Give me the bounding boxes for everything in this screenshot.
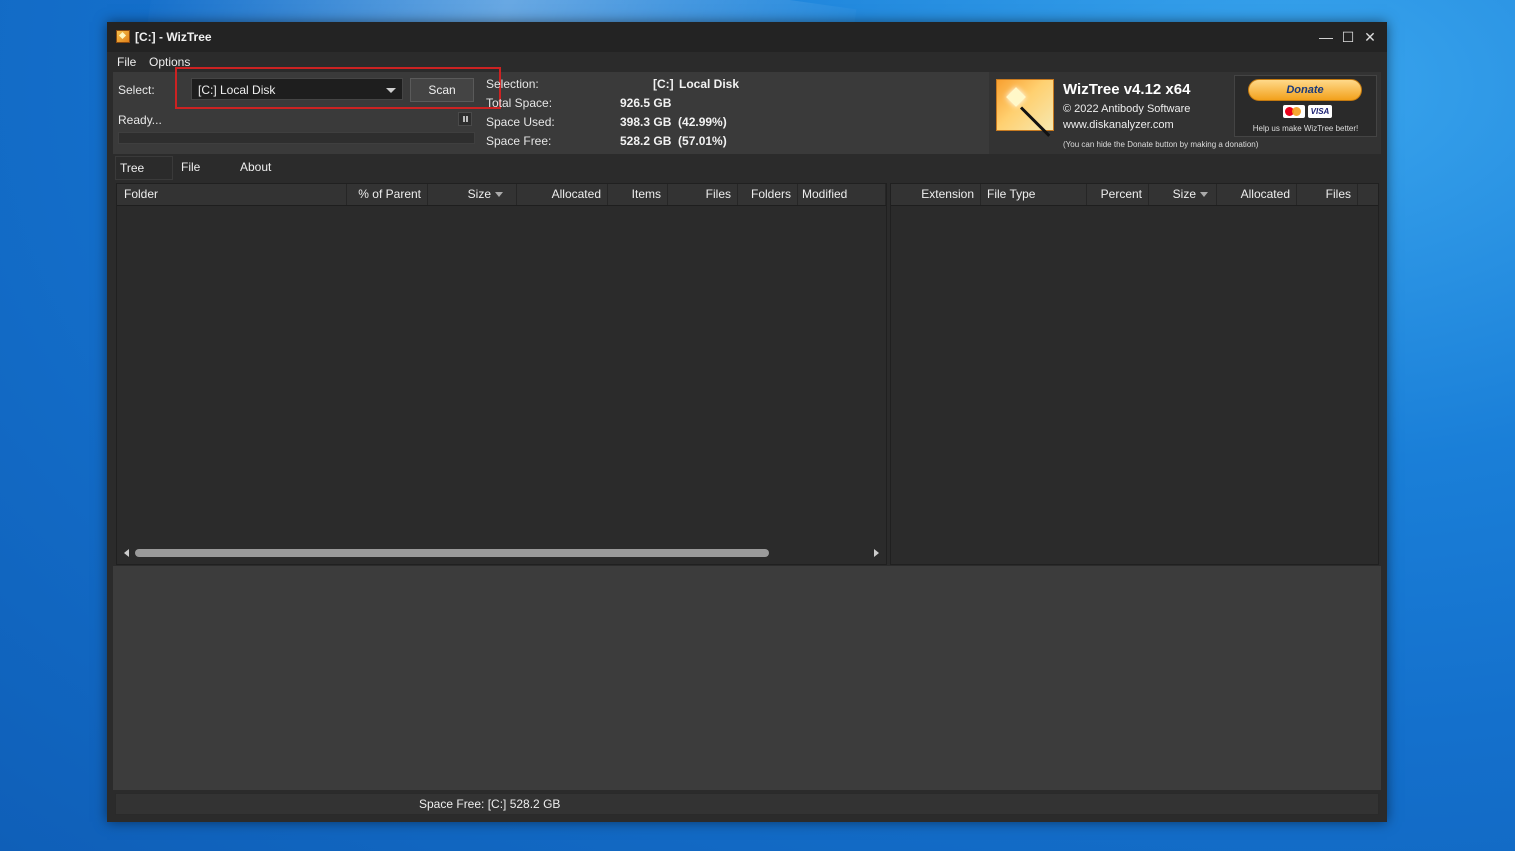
scroll-left-icon[interactable] <box>124 549 129 557</box>
wand-icon <box>1019 106 1051 137</box>
selection-label: Selection: <box>486 77 539 91</box>
space-used-label: Space Used: <box>486 115 555 129</box>
col-percent[interactable]: Percent <box>1087 184 1149 205</box>
col-items[interactable]: Items <box>608 184 668 205</box>
title-bar[interactable]: [C:] - WizTree — ☐ ✕ <box>107 22 1387 52</box>
wiztree-window: [C:] - WizTree — ☐ ✕ File Options Select… <box>107 22 1387 822</box>
menu-file[interactable]: File <box>117 55 136 69</box>
scan-button[interactable]: Scan <box>410 78 474 102</box>
col-files[interactable]: Files <box>668 184 738 205</box>
col-folder[interactable]: Folder <box>117 184 347 205</box>
window-title: [C:] - WizTree <box>135 30 212 44</box>
selection-name: Local Disk <box>679 77 740 91</box>
select-label: Select: <box>118 83 155 97</box>
total-space-label: Total Space: <box>486 96 553 110</box>
copyright-text: © 2022 Antibody Software <box>1063 103 1191 115</box>
chevron-down-icon <box>386 88 396 93</box>
mastercard-icon <box>1283 105 1305 118</box>
wiztree-logo <box>996 79 1054 137</box>
menu-bar: File Options <box>107 52 1387 72</box>
status-bar-text: Space Free: [C:] 528.2 GB <box>419 797 561 811</box>
tab-file-view[interactable]: File View <box>177 156 233 196</box>
donate-note: (You can hide the Donate button by makin… <box>1063 140 1259 149</box>
selected-drive-text: [C:] Local Disk <box>198 83 276 97</box>
about-box: WizTree v4.12 x64 © 2022 Antibody Softwa… <box>989 72 1381 154</box>
close-icon[interactable]: ✕ <box>1359 26 1381 48</box>
selection-drive: [C:] <box>653 77 674 91</box>
donate-button[interactable]: Donate <box>1248 79 1362 101</box>
pause-icon[interactable] <box>458 112 472 126</box>
treemap-area[interactable] <box>113 566 1381 790</box>
wiztree-app-icon <box>116 30 130 43</box>
col-percent-of-parent[interactable]: % of Parent <box>347 184 428 205</box>
col-modified[interactable]: Modified <box>798 184 886 205</box>
space-free-value: 528.2 GB (57.01%) <box>620 134 727 148</box>
donate-area: Donate VISA Help us make WizTree better! <box>1234 75 1377 137</box>
tree-view-panel[interactable]: Folder % of Parent Size Allocated Items … <box>116 183 887 565</box>
tab-about[interactable]: About <box>236 156 282 180</box>
space-free-label: Space Free: <box>486 134 552 148</box>
col-size-label: Size <box>467 187 491 201</box>
ext-header-row: Extension File Type Percent Size Allocat… <box>891 184 1378 206</box>
tree-header-row: Folder % of Parent Size Allocated Items … <box>117 184 886 206</box>
scan-progress-bar <box>118 132 475 144</box>
col-file-type[interactable]: File Type <box>981 184 1087 205</box>
sort-desc-icon <box>1200 192 1208 198</box>
file-types-panel[interactable]: Extension File Type Percent Size Allocat… <box>890 183 1379 565</box>
col-ext-allocated[interactable]: Allocated <box>1217 184 1297 205</box>
tab-tree-view[interactable]: Tree View <box>115 156 173 197</box>
visa-icon: VISA <box>1308 105 1332 118</box>
tree-horizontal-scrollbar[interactable] <box>118 545 885 561</box>
sparkle-icon <box>1006 87 1026 107</box>
website-link[interactable]: www.diskanalyzer.com <box>1063 119 1174 131</box>
scrollbar-thumb[interactable] <box>135 549 769 557</box>
minimize-icon[interactable]: — <box>1315 26 1337 48</box>
total-space-value: 926.5 GB <box>620 96 672 110</box>
col-ext-size[interactable]: Size <box>1149 184 1217 205</box>
col-ext-size-label: Size <box>1172 187 1196 201</box>
col-size[interactable]: Size <box>428 184 517 205</box>
app-name: WizTree v4.12 x64 <box>1063 81 1191 98</box>
menu-options[interactable]: Options <box>149 55 190 69</box>
maximize-icon[interactable]: ☐ <box>1337 26 1359 48</box>
col-extension[interactable]: Extension <box>891 184 981 205</box>
scan-status-text: Ready... <box>118 113 162 127</box>
donate-help-text: Help us make WizTree better! <box>1252 124 1359 133</box>
space-used-value: 398.3 GB (42.99%) <box>620 115 727 129</box>
col-allocated[interactable]: Allocated <box>517 184 608 205</box>
drive-select-dropdown[interactable]: [C:] Local Disk <box>191 78 403 100</box>
col-folders[interactable]: Folders <box>738 184 798 205</box>
scroll-right-icon[interactable] <box>874 549 879 557</box>
col-ext-files[interactable]: Files <box>1297 184 1358 205</box>
status-bar: Space Free: [C:] 528.2 GB <box>115 793 1379 815</box>
sort-desc-icon <box>495 192 503 198</box>
top-panel: Select: [C:] Local Disk Scan Ready... Se… <box>113 67 1381 154</box>
